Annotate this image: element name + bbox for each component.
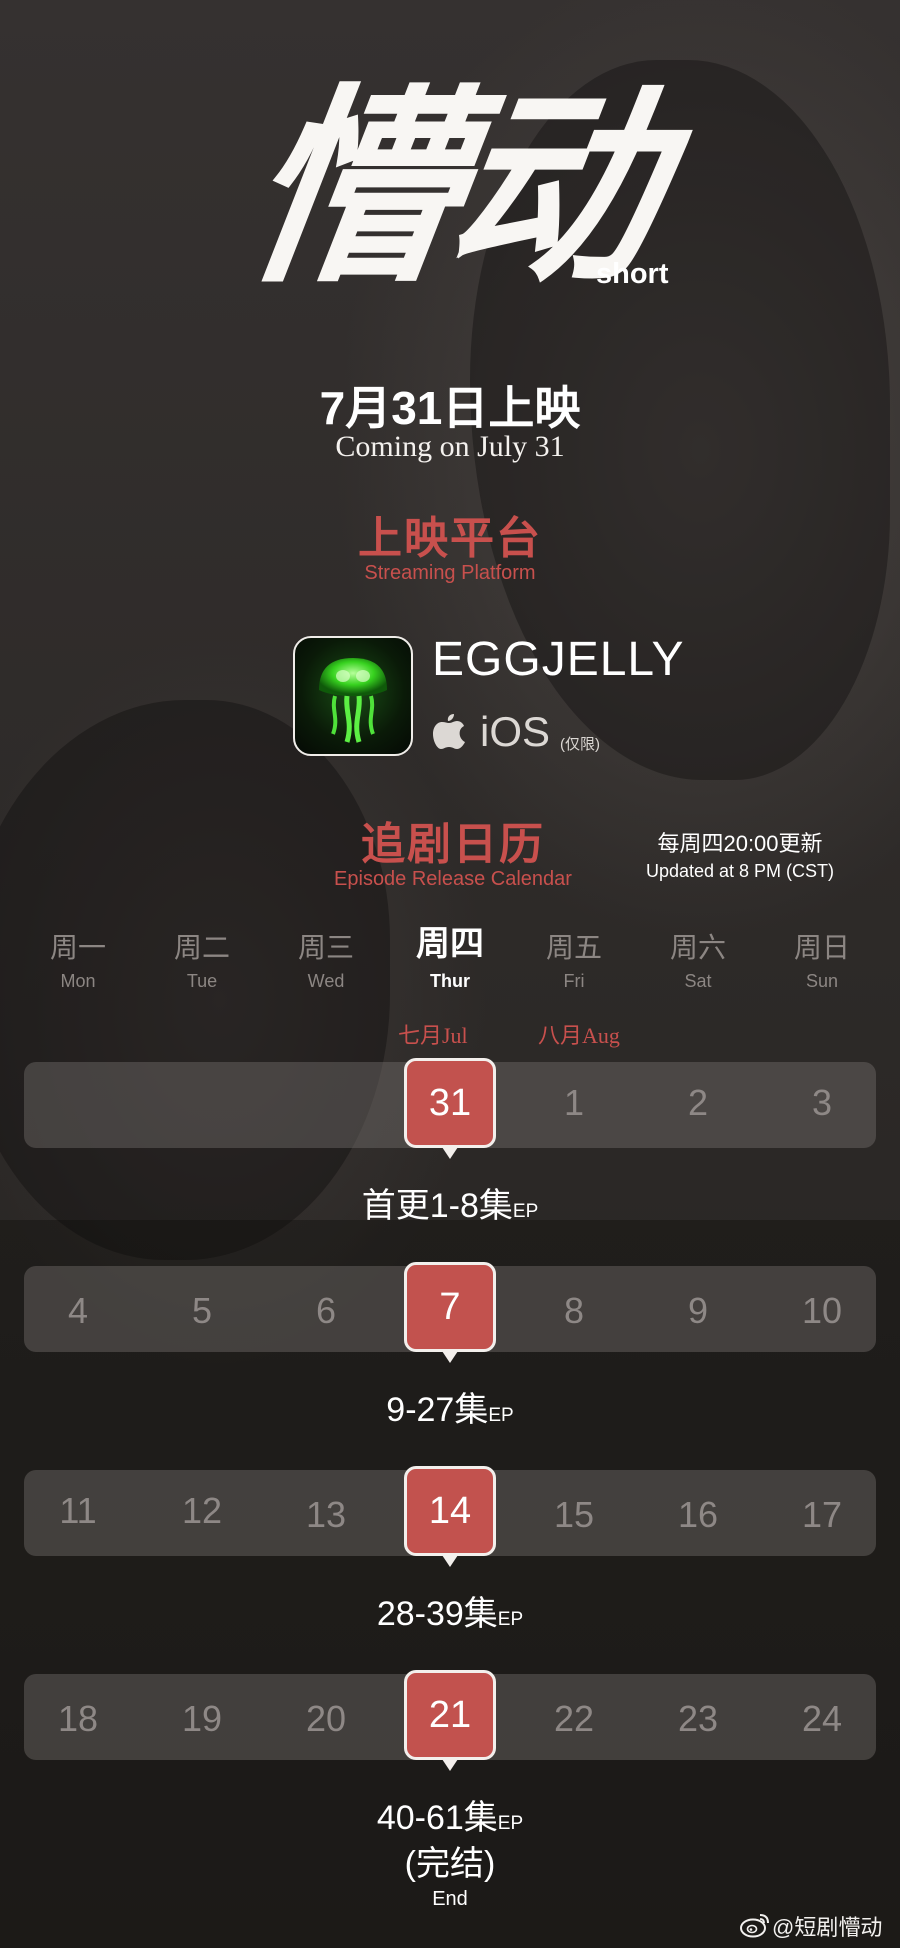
update-time-en: Updated at 8 PM (CST) — [645, 861, 835, 881]
calendar-day: 5 — [191, 1290, 213, 1331]
release-date-en: Coming on July 31 — [335, 430, 565, 463]
weibo-handle[interactable]: @短剧懵动 — [772, 1910, 882, 1942]
title-logo: 懵动 short — [0, 48, 900, 348]
calendar-day: 22 — [553, 1698, 595, 1739]
calendar-day: 1 — [563, 1082, 585, 1123]
weekday-fri: 周五 Fri — [545, 932, 602, 991]
episode-label: 9-27集EP — [386, 1391, 514, 1429]
weekday-header: 周一 Mon 周二 Tue 周三 Wed 周四 Thur 周五 Fri 周六 Sat 周日 S… — [0, 925, 900, 1000]
weekday-tue: 周二 Tue — [173, 932, 230, 991]
weekday-sat: 周六 Sat — [669, 932, 726, 991]
weekday-mon: 周一 Mon — [49, 932, 106, 991]
calendar-day: 19 — [181, 1698, 223, 1739]
release-day-marker: 7 — [404, 1262, 496, 1363]
calendar-day: 8 — [563, 1290, 585, 1331]
episode-label: 首更1-8集EP — [361, 1187, 539, 1225]
weekday-wed: 周三 Wed — [297, 932, 354, 991]
release-date-cn: 7月31日上映 — [319, 382, 581, 434]
weekday-sun: 周日 Sun — [793, 932, 850, 991]
calendar-heading-cn: 追剧日历 — [361, 820, 545, 869]
calendar-day: 10 — [801, 1290, 843, 1331]
calendar-day: 2 — [687, 1082, 709, 1123]
calendar-day: 24 — [801, 1698, 843, 1739]
calendar-day: 23 — [677, 1698, 719, 1739]
calendar-day: 13 — [305, 1494, 347, 1535]
calendar-day: 15 — [553, 1494, 595, 1535]
ios-only-note: (仅限) — [560, 736, 600, 753]
app-name: EGGJELLY — [432, 633, 685, 686]
calendar-day: 20 — [305, 1698, 347, 1739]
calendar-day: 9 — [687, 1290, 709, 1331]
calendar-heading-en: Episode Release Calendar — [334, 868, 572, 890]
calendar-day: 6 — [315, 1290, 337, 1331]
platform-heading-cn: 上映平台 — [358, 514, 542, 563]
month-label-aug: 八月Aug — [538, 1023, 620, 1048]
logo-tag: short — [596, 258, 669, 290]
apple-logo-icon — [432, 710, 466, 754]
update-time-cn: 每周四20:00更新 — [657, 831, 823, 856]
ios-label: iOS — [480, 708, 551, 755]
release-day-marker: 31 — [404, 1058, 496, 1159]
finale-label-en: End — [432, 1888, 468, 1910]
calendar-day: 11 — [59, 1490, 97, 1531]
calendar-day: 12 — [181, 1490, 223, 1531]
calendar-day: 4 — [67, 1290, 89, 1331]
release-day-marker: 14 — [404, 1466, 496, 1567]
jellyfish-app-icon[interactable] — [293, 636, 413, 756]
calendar-day: 3 — [811, 1082, 833, 1123]
episode-label: 40-61集EP — [376, 1799, 524, 1837]
finale-label-cn: (完结) — [404, 1845, 496, 1883]
month-label-jul: 七月Jul — [398, 1023, 468, 1048]
release-day-marker: 21 — [404, 1670, 496, 1771]
episode-label: 28-39集EP — [376, 1595, 524, 1633]
calendar-day: 17 — [801, 1494, 843, 1535]
weekday-thu: 周四 Thur — [416, 925, 484, 991]
weibo-icon — [740, 1912, 770, 1942]
calendar-day: 16 — [677, 1494, 719, 1535]
platform-heading-en: Streaming Platform — [364, 562, 536, 584]
calendar-day: 18 — [57, 1698, 99, 1739]
